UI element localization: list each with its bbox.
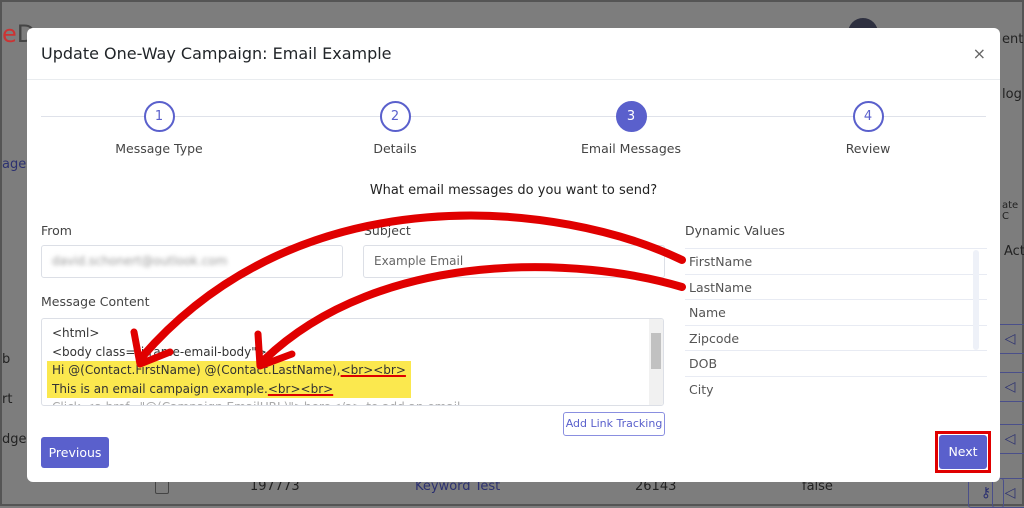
header-right-text: entat [1002,32,1024,47]
code-line: <body class="iframe-email-body"> [52,344,267,359]
dynamic-values-label: Dynamic Values [685,223,785,238]
next-button[interactable]: Next [939,435,987,469]
step-message-type[interactable]: 1 Message Type [59,101,259,156]
message-content-textarea[interactable]: <html> <body class="iframe-email-body"> … [41,318,664,406]
row-checkbox[interactable] [155,480,169,494]
close-icon[interactable]: × [973,44,986,63]
subject-value: Example Email [374,254,464,268]
step-number: 4 [852,101,884,132]
step-label: Email Messages [581,141,681,156]
previous-button[interactable]: Previous [41,437,109,468]
step-review[interactable]: 4 Review [768,101,968,156]
update-campaign-modal: Update One-Way Campaign: Email Example ×… [27,28,1000,482]
side-text: rt [2,392,13,407]
from-value: david.schonert@outlook.com [52,254,228,268]
step-label: Review [845,141,891,156]
send-button[interactable]: ◁ [992,478,1024,508]
subject-label: Subject [364,223,411,238]
step-number: 3 [615,101,647,132]
code-line: Hi @(Contact.FirstName) @(Contact.LastNa… [52,363,341,377]
question-text: What email messages do you want to send? [369,183,658,198]
dynamic-values-scrollbar[interactable] [973,250,979,350]
step-email-messages[interactable]: 3 Email Messages [531,101,731,156]
br-tag: <br><br> [340,363,406,377]
step-number: 1 [143,101,175,132]
side-text: dge [2,432,27,447]
code-line: Click <a href="@(Campaign.EmailURL)">her… [52,398,663,405]
right-text: log [1002,87,1022,102]
br-tag: <br><br> [267,381,334,396]
step-number: 2 [379,101,411,132]
dynamic-value-item[interactable]: Zipcode [685,324,987,351]
from-input[interactable]: david.schonert@outlook.com [41,245,343,278]
dynamic-value-item[interactable]: LastName [685,273,987,300]
modal-title: Update One-Way Campaign: Email Example [27,28,1000,80]
subject-input[interactable]: Example Email [363,245,665,278]
side-text: b [2,352,11,367]
step-label: Details [373,141,417,156]
right-text[interactable]: ate C [1002,200,1022,222]
from-label: From [41,223,72,238]
add-link-tracking-button[interactable]: Add Link Tracking [563,412,665,436]
dynamic-value-item[interactable]: FirstName [685,248,987,274]
right-text: Act [1004,244,1024,259]
code-line: <html> [52,326,100,340]
textarea-scrollbar[interactable] [649,319,663,405]
step-label: Message Type [115,141,203,156]
highlighted-lines: Hi @(Contact.FirstName) @(Contact.LastNa… [47,361,411,398]
dynamic-value-item[interactable]: Name [685,299,987,325]
code-line: This is an email campaign example. [52,381,268,396]
message-content-label: Message Content [41,294,150,309]
step-details[interactable]: 2 Details [295,101,495,156]
dynamic-value-item[interactable]: City [685,375,987,399]
dynamic-values-list: FirstName LastName Name Zipcode DOB City [685,248,987,398]
dynamic-value-item[interactable]: DOB [685,350,987,376]
